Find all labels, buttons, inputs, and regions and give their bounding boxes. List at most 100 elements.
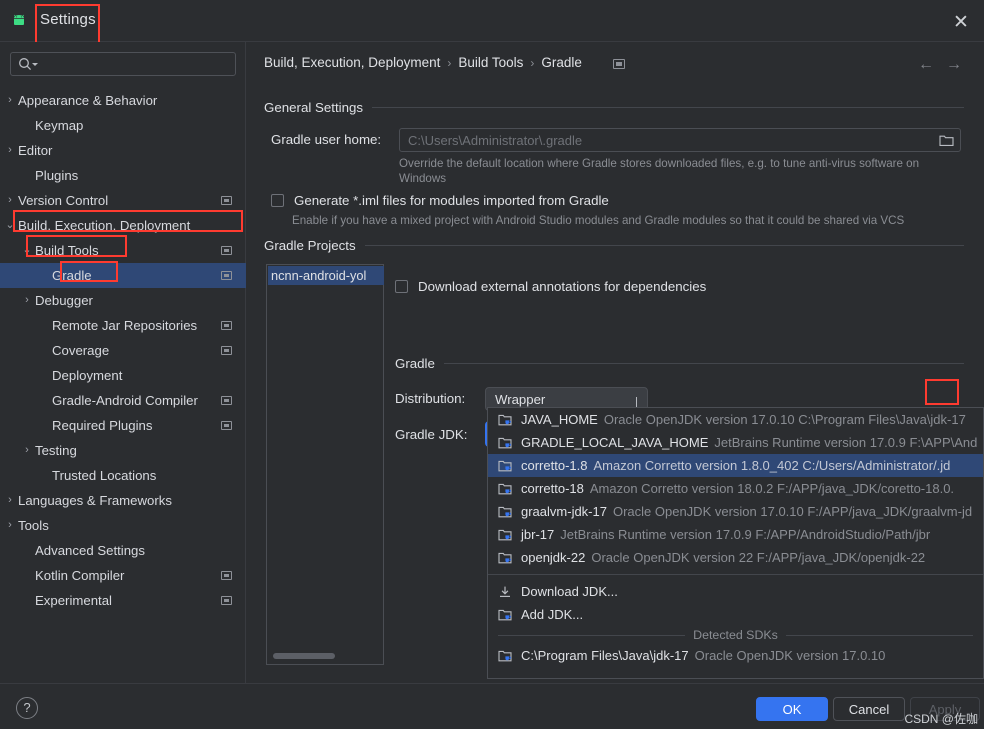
sidebar-item-label: Trusted Locations (52, 468, 157, 483)
add-jdk-option[interactable]: Add JDK... (488, 603, 983, 626)
sidebar-item-label: Debugger (35, 293, 93, 308)
window-title: Settings (40, 11, 96, 28)
chevron-right-icon[interactable]: › (4, 188, 16, 213)
sidebar-item-label: Plugins (35, 168, 79, 183)
sidebar-item-label: Keymap (35, 118, 84, 133)
chevron-right-icon[interactable]: › (4, 138, 16, 163)
jdk-icon (498, 437, 512, 448)
sidebar-item-trusted-locations[interactable]: Trusted Locations (0, 463, 246, 488)
gradle-jdk-label: Gradle JDK: (395, 427, 468, 442)
download-annotations-checkbox-row[interactable]: Download external annotations for depend… (395, 279, 706, 294)
sidebar-item-label: Gradle (52, 268, 92, 283)
sidebar-item-build-tools[interactable]: ⌄ Build Tools (0, 238, 246, 263)
jdk-option[interactable]: GRADLE_LOCAL_JAVA_HOME JetBrains Runtime … (488, 431, 983, 454)
chevron-right-icon[interactable]: › (4, 488, 16, 513)
search-filter-chevron-icon[interactable] (32, 63, 38, 66)
sidebar-item-label: Build, Execution, Deployment (18, 218, 191, 233)
sidebar-item-languages-frameworks[interactable]: › Languages & Frameworks (0, 488, 246, 513)
breadcrumb-item-2[interactable]: Build Tools (458, 55, 523, 70)
chevron-right-icon[interactable]: › (21, 438, 33, 463)
section-gradle-label: Gradle (395, 356, 435, 371)
download-annotations-label: Download external annotations for depend… (418, 279, 707, 294)
project-scope-icon (221, 396, 232, 405)
sidebar-item-kotlin-compiler[interactable]: Kotlin Compiler (0, 563, 246, 588)
detected-sdk-option[interactable]: C:\Program Files\Java\jdk-17 Oracle OpenJ… (488, 644, 983, 667)
gradle-user-home-hint: Override the default location where Grad… (399, 157, 920, 185)
list-item[interactable]: ncnn-android-yol (268, 266, 384, 285)
sidebar-item-remote-jar-repositories[interactable]: Remote Jar Repositories (0, 313, 246, 338)
detected-sdks-header: Detected SDKs (488, 626, 983, 644)
sidebar-item-testing[interactable]: › Testing (0, 438, 246, 463)
settings-tree: › Appearance & Behavior Keymap › Editor Plugi… (0, 88, 246, 678)
detected-sdk-name: C:\Program Files\Java\jdk-17 (521, 648, 689, 663)
jdk-option-list: JAVA_HOME Oracle OpenJDK version 17.0.10 … (488, 408, 983, 569)
gradle-projects-list[interactable]: ncnn-android-yol (266, 264, 384, 665)
chevron-right-icon[interactable]: › (4, 513, 16, 538)
sidebar-item-advanced-settings[interactable]: Advanced Settings (0, 538, 246, 563)
help-button[interactable]: ? (16, 697, 38, 719)
download-annotations-checkbox[interactable] (395, 280, 408, 293)
breadcrumb-page-icon (613, 59, 625, 69)
chevron-right-icon[interactable]: › (4, 88, 16, 113)
sidebar-item-label: Required Plugins (52, 418, 153, 433)
breadcrumb-item-3[interactable]: Gradle (541, 55, 582, 70)
project-scope-icon (221, 346, 232, 355)
section-general-settings-label: General Settings (264, 100, 364, 115)
chevron-right-icon[interactable]: › (21, 288, 33, 313)
nav-back-icon[interactable]: ← (915, 54, 937, 76)
sidebar-item-required-plugins[interactable]: Required Plugins (0, 413, 246, 438)
gradle-user-home-input[interactable]: C:\Users\Administrator\.gradle (399, 128, 961, 152)
dialog-footer: ? OK Cancel Apply CSDN @佐咖 (0, 683, 984, 729)
generate-iml-checkbox[interactable] (271, 194, 284, 207)
sidebar-item-label: Deployment (52, 368, 123, 383)
android-logo-icon (14, 14, 24, 25)
sidebar-item-label: Appearance & Behavior (18, 93, 158, 108)
sidebar-item-appearance-behavior[interactable]: › Appearance & Behavior (0, 88, 246, 113)
sidebar-item-build-execution-deployment[interactable]: ⌄ Build, Execution, Deployment (0, 213, 246, 238)
jdk-option[interactable]: corretto-1.8 Amazon Corretto version 1.8.… (488, 454, 983, 477)
sidebar-item-coverage[interactable]: Coverage (0, 338, 246, 363)
sidebar-item-label: Coverage (52, 343, 110, 358)
detected-sdk-list: C:\Program Files\Java\jdk-17 Oracle OpenJ… (488, 644, 983, 667)
cancel-button[interactable]: Cancel (833, 697, 905, 721)
jdk-option[interactable]: jbr-17 JetBrains Runtime version 17.0.9 F… (488, 523, 983, 546)
jdk-option[interactable]: graalvm-jdk-17 Oracle OpenJDK version 17.… (488, 500, 983, 523)
chevron-down-icon[interactable]: ⌄ (4, 213, 16, 238)
sidebar-item-label: Languages & Frameworks (18, 493, 172, 508)
sidebar-item-version-control[interactable]: › Version Control (0, 188, 246, 213)
sidebar-item-plugins[interactable]: Plugins (0, 163, 246, 188)
search-input[interactable] (10, 52, 236, 76)
generate-iml-checkbox-row[interactable]: Generate *.iml files for modules importe… (271, 193, 609, 208)
horizontal-scrollbar[interactable] (273, 653, 335, 659)
dropdown-divider (488, 574, 983, 575)
sidebar-item-debugger[interactable]: › Debugger (0, 288, 246, 313)
jdk-option[interactable]: JAVA_HOME Oracle OpenJDK version 17.0.10 … (488, 408, 983, 431)
sidebar-item-label: Tools (18, 518, 49, 533)
sidebar-item-gradle-android-compiler[interactable]: Gradle-Android Compiler (0, 388, 246, 413)
download-jdk-option[interactable]: Download JDK... (488, 580, 983, 603)
jdk-option-name: GRADLE_LOCAL_JAVA_HOME (521, 435, 709, 450)
sidebar-item-keymap[interactable]: Keymap (0, 113, 246, 138)
jdk-option[interactable]: corretto-18 Amazon Corretto version 18.0.… (488, 477, 983, 500)
project-scope-icon (221, 596, 232, 605)
nav-forward-icon[interactable]: → (943, 54, 965, 76)
sidebar-item-editor[interactable]: › Editor (0, 138, 246, 163)
project-scope-icon (221, 421, 232, 430)
settings-dialog: Settings ✕ › Appearance & Behavior Keymap ›… (0, 0, 984, 729)
jdk-option[interactable]: openjdk-22 Oracle OpenJDK version 22 F:/A… (488, 546, 983, 569)
sidebar-item-tools[interactable]: › Tools (0, 513, 246, 538)
sidebar-item-label: Experimental (35, 593, 112, 608)
gradle-jdk-dropdown[interactable]: JAVA_HOME Oracle OpenJDK version 17.0.10 … (487, 407, 984, 679)
chevron-down-icon[interactable]: ⌄ (21, 238, 33, 263)
sidebar-item-experimental[interactable]: Experimental (0, 588, 246, 613)
jdk-option-desc: Oracle OpenJDK version 22 F:/APP/java_JD… (591, 550, 926, 565)
sidebar-item-gradle[interactable]: Gradle (0, 263, 246, 288)
breadcrumb-item-1[interactable]: Build, Execution, Deployment (264, 55, 440, 70)
ok-button[interactable]: OK (756, 697, 828, 721)
sidebar-item-label: Remote Jar Repositories (52, 318, 198, 333)
close-icon[interactable]: ✕ (946, 8, 976, 36)
distribution-label: Distribution: (395, 391, 466, 406)
settings-sidebar: › Appearance & Behavior Keymap › Editor Plugi… (0, 42, 246, 683)
folder-icon[interactable] (939, 133, 954, 147)
sidebar-item-deployment[interactable]: Deployment (0, 363, 246, 388)
